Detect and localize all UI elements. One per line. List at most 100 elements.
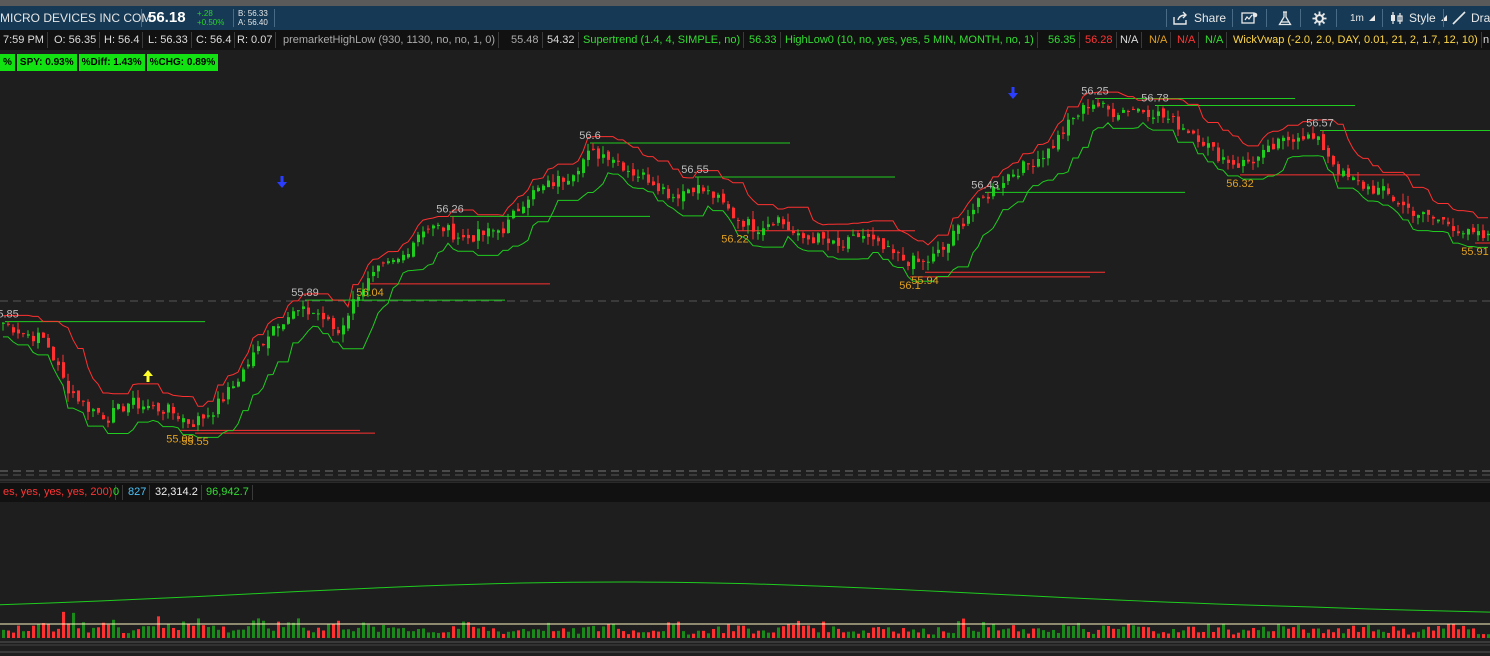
volume-bar (47, 623, 50, 638)
volume-bar (1162, 632, 1165, 638)
candle-body (707, 190, 710, 192)
volume-bar (172, 627, 175, 638)
candle-body (1432, 216, 1435, 219)
volume-bar (1227, 629, 1230, 638)
candle-body (272, 326, 275, 336)
candle-body (1382, 186, 1385, 191)
candle-body (1302, 136, 1305, 140)
candle-body (1052, 145, 1055, 148)
candle-body (102, 415, 105, 420)
volume-bar (157, 616, 160, 638)
volume-bar (617, 628, 620, 638)
volume-bar (327, 624, 330, 638)
volume-bar (1467, 629, 1470, 638)
candle-body (967, 216, 970, 224)
candle-body (742, 220, 745, 227)
candle-body (307, 307, 310, 315)
swing-high-label: 56.55 (681, 164, 709, 176)
candle-body (1077, 115, 1080, 117)
volume-bar (1382, 631, 1385, 638)
volume-bar (742, 625, 745, 638)
candle-body (632, 169, 635, 176)
volume-bar (1077, 622, 1080, 638)
candle-body (452, 223, 455, 240)
volume-bar (447, 632, 450, 638)
candle-body (1417, 215, 1420, 218)
candle-body (807, 235, 810, 240)
swing-low-label: 55.55 (181, 436, 209, 448)
candle-body (1477, 231, 1480, 236)
candle-body (767, 224, 770, 227)
volume-bar (1352, 625, 1355, 638)
candle-body (17, 329, 20, 334)
candle-body (1462, 233, 1465, 235)
candle-body (442, 227, 445, 232)
volume-bar (97, 627, 100, 638)
price-chart[interactable]: 55.85 55.89 56.26 56.6 56.55 56.43 56.25 56.78 5… (0, 0, 1490, 656)
volume-bar (772, 632, 775, 638)
volume-bar (682, 631, 685, 638)
volume-bar (1242, 629, 1245, 638)
volume-bar (437, 633, 440, 638)
candle-body (557, 175, 560, 187)
volume-bar (152, 626, 155, 638)
candle-body (692, 187, 695, 193)
volume-bar (532, 629, 535, 638)
candle-body (612, 159, 615, 163)
candle-body (922, 260, 925, 262)
volume-bar (1357, 631, 1360, 638)
volume-bar (952, 633, 955, 638)
volume-bar (672, 624, 675, 638)
candle-body (587, 150, 590, 160)
volume-bar (402, 627, 405, 638)
candle-body (602, 154, 605, 158)
volume-study[interactable]: es, yes, yes, yes, 200) (0, 485, 117, 500)
candle-body (1372, 185, 1375, 194)
candle-body (167, 404, 170, 413)
volume-bar (827, 632, 830, 638)
candle-body (977, 198, 980, 207)
volume-bar (627, 634, 630, 638)
candle-body (642, 172, 645, 175)
volume-bar (1387, 632, 1390, 638)
candle-body (1222, 157, 1225, 160)
candle-body (1307, 134, 1310, 139)
volume-bar (167, 624, 170, 638)
candle-body (1342, 170, 1345, 177)
candle-body (1132, 108, 1135, 110)
volume-bar (1052, 629, 1055, 638)
supertrend-up-line (3, 121, 1488, 438)
candle-body (907, 262, 910, 266)
candle-body (1207, 143, 1210, 148)
volume-bar (632, 630, 635, 638)
volume-bar (322, 630, 325, 638)
volume-bar (1082, 628, 1085, 638)
volume-bar (757, 630, 760, 638)
volume-bar (487, 630, 490, 638)
volume-bar (1422, 629, 1425, 638)
volume-bar (1202, 631, 1205, 638)
candle-body (107, 420, 110, 423)
candle-body (1227, 159, 1230, 163)
candle-body (477, 229, 480, 241)
candle-body (152, 405, 155, 407)
candle-body (352, 299, 355, 314)
volume-bar (127, 633, 130, 638)
volume-bar (427, 632, 430, 638)
volume-bar (357, 627, 360, 638)
candle-body (527, 199, 530, 208)
volume-bar (937, 627, 940, 638)
volume-bar (162, 627, 165, 638)
volume-bar (502, 633, 505, 638)
candle-body (1277, 138, 1280, 149)
candle-body (872, 234, 875, 240)
candle-body (1272, 143, 1275, 150)
candle-body (317, 313, 320, 315)
volume-bar (192, 625, 195, 638)
candle-body (447, 225, 450, 231)
candle-body (1117, 115, 1120, 120)
candle-body (37, 332, 40, 344)
volume-bar (1287, 628, 1290, 638)
candle-body (1122, 109, 1125, 113)
volume-bar (972, 630, 975, 638)
